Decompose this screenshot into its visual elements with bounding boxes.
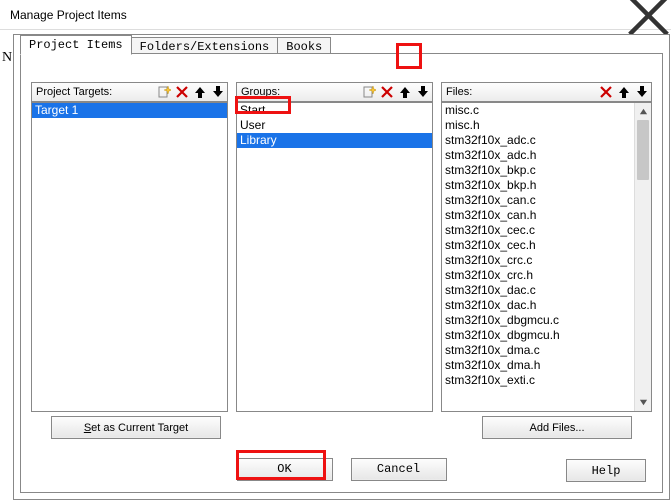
- list-item[interactable]: stm32f10x_dma.h: [442, 358, 634, 373]
- groups-list[interactable]: Start User Library: [236, 102, 433, 412]
- list-item[interactable]: stm32f10x_bkp.h: [442, 178, 634, 193]
- list-item[interactable]: stm32f10x_dbgmcu.c: [442, 313, 634, 328]
- window-title: Manage Project Items: [0, 8, 127, 22]
- groups-move-down-button[interactable]: [414, 83, 432, 101]
- tabstrip: Project Items Folders/Extensions Books: [20, 34, 330, 55]
- scroll-up-button[interactable]: [635, 103, 651, 120]
- list-item[interactable]: User: [237, 118, 432, 133]
- files-move-down-button[interactable]: [633, 83, 651, 101]
- targets-move-down-button[interactable]: [209, 83, 227, 101]
- files-delete-button[interactable]: [597, 83, 615, 101]
- add-files-button[interactable]: Add Files...: [482, 416, 632, 439]
- list-item[interactable]: stm32f10x_cec.h: [442, 238, 634, 253]
- groups-header: Groups:: [236, 82, 433, 102]
- list-item[interactable]: stm32f10x_bkp.c: [442, 163, 634, 178]
- targets-move-up-button[interactable]: [191, 83, 209, 101]
- list-item[interactable]: stm32f10x_cec.c: [442, 223, 634, 238]
- targets-label: Project Targets:: [32, 86, 112, 98]
- list-item[interactable]: stm32f10x_crc.h: [442, 268, 634, 283]
- list-item[interactable]: stm32f10x_exti.c: [442, 373, 634, 388]
- scroll-down-button[interactable]: [635, 394, 651, 411]
- files-column: Files:: [441, 82, 652, 412]
- files-list[interactable]: misc.cmisc.hstm32f10x_adc.cstm32f10x_adc…: [441, 102, 652, 412]
- targets-column: Project Targets:: [31, 82, 228, 412]
- dialog-body: Project Items Folders/Extensions Books P…: [13, 34, 670, 500]
- list-item[interactable]: stm32f10x_adc.h: [442, 148, 634, 163]
- ok-button[interactable]: OK: [237, 458, 333, 481]
- targets-new-button[interactable]: [155, 83, 173, 101]
- groups-move-up-button[interactable]: [396, 83, 414, 101]
- scroll-track[interactable]: [635, 120, 651, 394]
- files-move-up-button[interactable]: [615, 83, 633, 101]
- list-item[interactable]: stm32f10x_can.h: [442, 208, 634, 223]
- list-item[interactable]: stm32f10x_dbgmcu.h: [442, 328, 634, 343]
- groups-new-button[interactable]: [360, 83, 378, 101]
- list-item[interactable]: stm32f10x_crc.c: [442, 253, 634, 268]
- groups-column: Groups:: [236, 82, 433, 412]
- help-button[interactable]: Help: [566, 459, 646, 482]
- tab-project-items[interactable]: Project Items: [20, 35, 132, 55]
- list-item[interactable]: stm32f10x_dma.c: [442, 343, 634, 358]
- list-item[interactable]: stm32f10x_dac.c: [442, 283, 634, 298]
- targets-list[interactable]: Target 1: [31, 102, 228, 412]
- background-letter: N: [2, 50, 12, 66]
- list-item[interactable]: stm32f10x_adc.c: [442, 133, 634, 148]
- titlebar: Manage Project Items: [0, 0, 671, 30]
- files-label: Files:: [442, 86, 472, 98]
- list-item[interactable]: stm32f10x_can.c: [442, 193, 634, 208]
- groups-label: Groups:: [237, 86, 280, 98]
- list-item[interactable]: Library: [237, 133, 432, 148]
- list-item[interactable]: misc.h: [442, 118, 634, 133]
- targets-delete-button[interactable]: [173, 83, 191, 101]
- tab-panel: Project Targets:: [20, 53, 663, 493]
- cancel-button[interactable]: Cancel: [351, 458, 447, 481]
- targets-header: Project Targets:: [31, 82, 228, 102]
- list-item[interactable]: Target 1: [32, 103, 227, 118]
- groups-delete-button[interactable]: [378, 83, 396, 101]
- list-item[interactable]: Start: [237, 103, 432, 118]
- column-footer-row: Set as Current Target Add Files...: [31, 416, 652, 440]
- columns-row: Project Targets:: [31, 82, 652, 412]
- scroll-thumb[interactable]: [637, 120, 649, 180]
- list-item[interactable]: stm32f10x_dac.h: [442, 298, 634, 313]
- list-item[interactable]: misc.c: [442, 103, 634, 118]
- set-as-current-target-button[interactable]: Set as Current Target: [51, 416, 221, 439]
- close-button[interactable]: [626, 0, 671, 30]
- files-header: Files:: [441, 82, 652, 102]
- files-scrollbar[interactable]: [634, 103, 651, 411]
